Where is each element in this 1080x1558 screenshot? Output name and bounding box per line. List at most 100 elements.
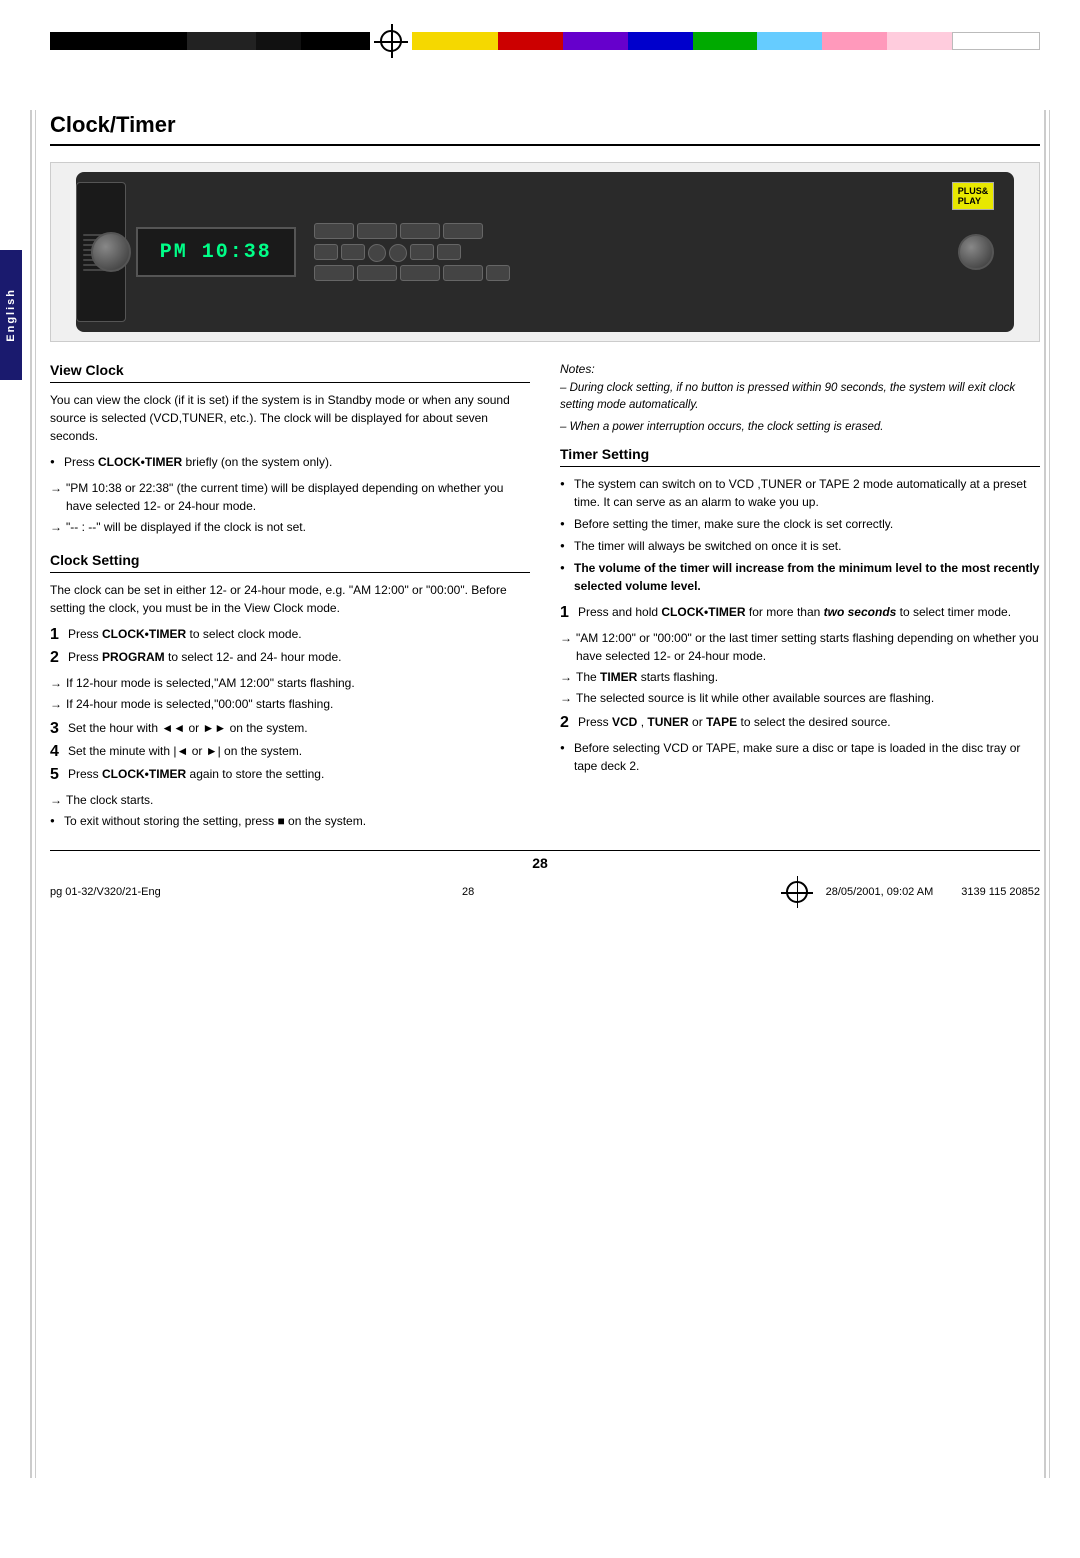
footer-right-group: 28/05/2001, 09:02 AM 3139 115 20852 xyxy=(776,881,1040,903)
bar-seg-pink xyxy=(822,32,887,50)
timer-arrow2: The TIMER starts flashing. xyxy=(560,668,1040,686)
ctrl-vcd xyxy=(314,223,354,239)
clock-setting-steps: 1 Press CLOCK•TIMER to select clock mode… xyxy=(50,625,530,666)
step1-suffix: to select clock mode. xyxy=(186,627,301,641)
view-clock-heading: View Clock xyxy=(50,362,530,383)
ctrl-tuner xyxy=(357,223,397,239)
view-clock-bullets: Press CLOCK•TIMER briefly (on the system… xyxy=(50,453,530,471)
device-image: PM 10:38 xyxy=(50,162,1040,342)
ctrl-btn xyxy=(410,244,434,260)
ctrl-dim xyxy=(486,265,510,281)
timer-highlight-bullet: The volume of the timer will increase fr… xyxy=(560,559,1040,595)
timer-bullet1: The system can switch on to VCD ,TUNER o… xyxy=(560,475,1040,511)
device-controls xyxy=(306,215,1015,289)
language-label: English xyxy=(5,288,17,342)
side-lines-left xyxy=(30,110,36,1478)
timer-bullet3: The timer will always be switched on onc… xyxy=(560,537,1040,555)
two-column-layout: View Clock You can view the clock (if it… xyxy=(50,362,1040,838)
clock-step2: 2 Press PROGRAM to select 12- and 24- ho… xyxy=(50,648,530,666)
note1: – During clock setting, if no button is … xyxy=(560,380,1040,415)
bar-seg-ltblue xyxy=(757,32,822,50)
step5-bold: CLOCK•TIMER xyxy=(102,767,186,781)
timer-step2: 2 Press VCD , TUNER or TAPE to select th… xyxy=(560,713,1040,731)
step2-suffix: to select 12- and 24- hour mode. xyxy=(165,650,342,664)
timer-arrow1: "AM 12:00" or "00:00" or the last timer … xyxy=(560,629,1040,665)
bar-seg-black1 xyxy=(50,32,187,50)
timer-arrow1-prefix: "AM 12:00" or "00:00" xyxy=(576,631,692,645)
timer-step1: 1 Press and hold CLOCK•TIMER for more th… xyxy=(560,603,1040,621)
clock-step3: 3 Set the hour with ◄◄ or ►► on the syst… xyxy=(50,719,530,737)
view-clock-arrow1: "PM 10:38 or 22:38" (the current time) w… xyxy=(50,479,530,515)
color-calibration-bar xyxy=(0,30,1080,52)
view-clock-intro: You can view the clock (if it is set) if… xyxy=(50,391,530,445)
clock-exit: To exit without storing the setting, pre… xyxy=(50,812,530,830)
page-number: 28 xyxy=(532,855,548,871)
timer-vcd: VCD xyxy=(612,715,637,729)
bar-seg-yellow xyxy=(412,32,498,50)
page-title: Clock/Timer xyxy=(50,112,1040,146)
device-mockup: PM 10:38 xyxy=(76,172,1015,332)
bar-seg-red xyxy=(498,32,563,50)
main-content: Clock/Timer PM 10:38 xyxy=(50,52,1040,838)
timer-step2-list: 2 Press VCD , TUNER or TAPE to select th… xyxy=(560,713,1040,731)
timer-tape: TAPE xyxy=(706,715,737,729)
ctrl-dubbing xyxy=(400,265,440,281)
timer-tuner: TUNER xyxy=(647,715,688,729)
display-text: PM 10:38 xyxy=(160,241,272,264)
bar-seg-green xyxy=(693,32,758,50)
clock-starts-arrow: The clock starts. xyxy=(50,791,530,809)
clock-step5: 5 Press CLOCK•TIMER again to store the s… xyxy=(50,765,530,783)
page-number-center: 28 xyxy=(0,855,1080,871)
view-clock-arrow2: "-- : --" will be displayed if the clock… xyxy=(50,518,530,536)
notes-block: Notes: – During clock setting, if no but… xyxy=(560,362,1040,436)
bar-left xyxy=(50,32,370,50)
view-clock-bullet1-suffix: briefly (on the system only). xyxy=(182,455,332,469)
volume-knob xyxy=(958,234,994,270)
clock-step1: 1 Press CLOCK•TIMER to select clock mode… xyxy=(50,625,530,643)
ctrl-program xyxy=(314,265,354,281)
footer-left: pg 01-32/V320/21-Eng xyxy=(50,886,161,898)
clock-arrow1: If 12-hour mode is selected,"AM 12:00" s… xyxy=(50,674,530,692)
ctrl-btn xyxy=(314,244,338,260)
ctrl-replay xyxy=(443,265,483,281)
bar-seg-black4 xyxy=(301,32,370,50)
crosshair-target-top xyxy=(380,30,402,52)
language-tab: English xyxy=(0,250,22,380)
timer-arrow3: The selected source is lit while other a… xyxy=(560,689,1040,707)
ctrl-record xyxy=(357,265,397,281)
step3-text: Set the hour with ◄◄ or ►► on the system… xyxy=(68,721,308,735)
bar-seg-ltpink xyxy=(887,32,952,50)
footer-page-num: 28 xyxy=(462,886,474,898)
note2: – When a power interruption occurs, the … xyxy=(560,419,1040,436)
clock-arrow2: If 24-hour mode is selected,"00:00" star… xyxy=(50,695,530,713)
clock-setting-section: Clock Setting The clock can be set in ei… xyxy=(50,552,530,830)
timer-disc-bullet: Before selecting VCD or TAPE, make sure … xyxy=(560,739,1040,775)
timer-disc: Before selecting VCD or TAPE, make sure … xyxy=(560,739,1040,775)
notes-title: Notes: xyxy=(560,362,1040,376)
ctrl-pause xyxy=(389,244,407,262)
clock-step4: 4 Set the minute with |◄ or ►| on the sy… xyxy=(50,742,530,760)
timer-volume-text: The volume of the timer will increase fr… xyxy=(574,561,1039,593)
timer-two-seconds: two seconds xyxy=(824,605,897,619)
step4-text: Set the minute with |◄ or ►| on the syst… xyxy=(68,744,302,758)
timer-steps: 1 Press and hold CLOCK•TIMER for more th… xyxy=(560,603,1040,621)
footer-ref: 3139 115 20852 xyxy=(961,886,1040,898)
bar-seg-purple xyxy=(563,32,628,50)
step1-bold: CLOCK•TIMER xyxy=(102,627,186,641)
ctrl-btn xyxy=(341,244,365,260)
right-column: Notes: – During clock setting, if no but… xyxy=(560,362,1040,838)
timer-bullet2: Before setting the timer, make sure the … xyxy=(560,515,1040,533)
main-knob xyxy=(91,232,131,272)
timer-bullets: The system can switch on to VCD ,TUNER o… xyxy=(560,475,1040,595)
step5-suffix: again to store the setting. xyxy=(186,767,324,781)
clock-exit-bullet: To exit without storing the setting, pre… xyxy=(50,812,530,830)
step2-bold: PROGRAM xyxy=(102,650,165,664)
timer-bold: TIMER xyxy=(600,670,637,684)
bar-seg-black3 xyxy=(256,32,302,50)
footer-bar: pg 01-32/V320/21-Eng 28 28/05/2001, 09:0… xyxy=(0,875,1080,909)
side-lines-right xyxy=(1044,110,1050,1478)
device-display: PM 10:38 xyxy=(136,227,296,277)
bar-right xyxy=(412,32,1040,50)
view-clock-bullet1: Press CLOCK•TIMER briefly (on the system… xyxy=(50,453,530,471)
clock-timer-bold: CLOCK•TIMER xyxy=(98,455,182,469)
